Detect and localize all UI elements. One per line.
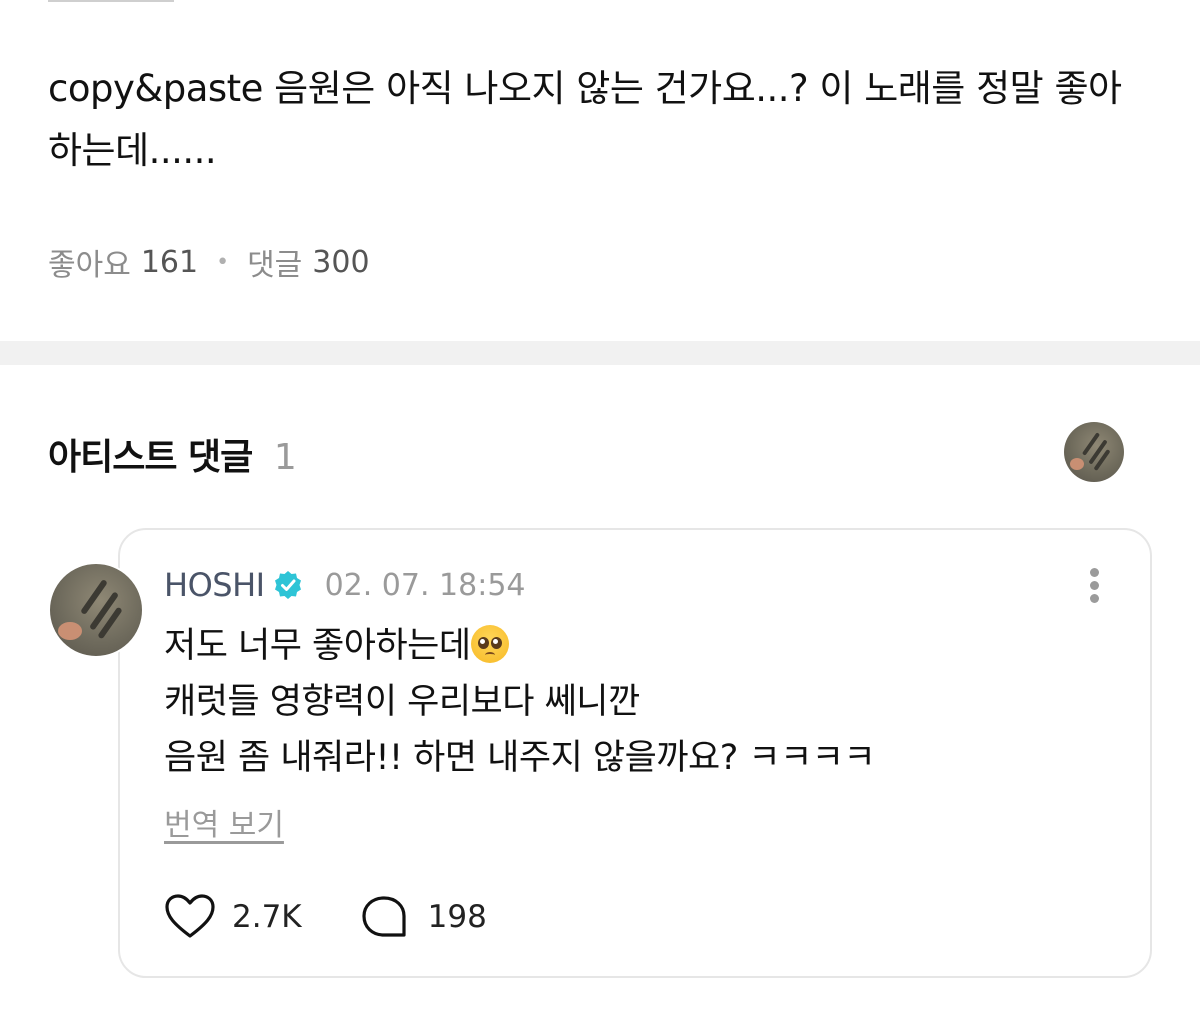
verified-badge-icon: [274, 571, 301, 599]
like-button[interactable]: 2.7K: [164, 894, 302, 940]
comment-body: 저도 너무 좋아하는데 캐럿들 영향력이 우리보다 쎄니깐 음원 좀 내줘라!!…: [164, 618, 876, 786]
separator-dot: •: [216, 249, 230, 275]
comment-header: HOSHI 02. 07. 18:54: [164, 566, 526, 604]
pleading-face-icon: [470, 625, 509, 663]
comment-bubble-icon: [362, 896, 406, 937]
commenter-avatar[interactable]: [48, 562, 144, 658]
comment-line: 캐럿들 영향력이 우리보다 쎄니깐: [164, 682, 640, 722]
comment-line: 저도 너무 좋아하는데: [164, 618, 875, 674]
more-options-icon[interactable]: [1080, 566, 1110, 606]
artist-comments-title: 아티스트 댓글 1: [48, 428, 297, 480]
reply-count: 198: [427, 899, 487, 935]
translate-link[interactable]: 번역 보기: [164, 800, 284, 844]
comments-count: 300: [312, 244, 370, 280]
top-divider: [48, 0, 174, 2]
heart-icon: [165, 894, 215, 938]
reply-button[interactable]: 198: [360, 894, 487, 940]
section-divider: [0, 341, 1200, 365]
post-text: copy&paste 음원은 아직 나오지 않는 건가요...? 이 노래를 정…: [48, 67, 1122, 172]
artist-avatar-thumbnail[interactable]: [1064, 422, 1124, 482]
likes-label: 좋아요: [48, 248, 131, 283]
post-stats: 좋아요 161 • 댓글 300: [48, 240, 370, 284]
comments-label: 댓글: [247, 248, 303, 283]
artist-comments-label: 아티스트 댓글: [48, 437, 253, 478]
likes-count: 161: [140, 244, 199, 280]
comment-line: 음원 좀 내줘라!! 하면 내주지 않을까요? ㅋㅋㅋㅋ: [164, 738, 876, 778]
comment-author[interactable]: HOSHI: [164, 566, 265, 604]
comment-actions: 2.7K 198: [164, 894, 487, 940]
artist-comments-count: 1: [273, 437, 297, 478]
like-count: 2.7K: [232, 899, 302, 935]
comment-timestamp: 02. 07. 18:54: [324, 567, 526, 603]
